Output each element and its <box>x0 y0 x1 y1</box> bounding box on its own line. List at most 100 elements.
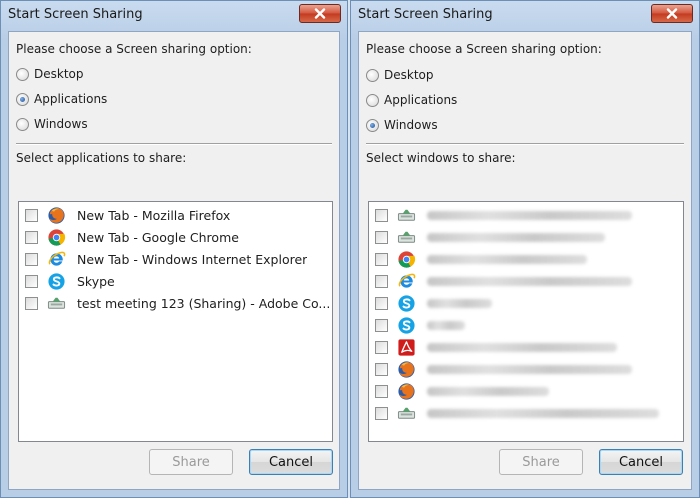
start-screen-sharing-dialog-windows: Start Screen Sharing Please choose a Scr… <box>350 0 700 498</box>
item-label: New Tab - Mozilla Firefox <box>77 207 231 223</box>
sharing-option-prompt: Please choose a Screen sharing option: <box>16 42 252 56</box>
adobe-connect-icon <box>397 407 416 419</box>
radio-desktop[interactable]: Desktop <box>16 65 84 83</box>
list-item[interactable] <box>369 248 683 270</box>
radio-label: Applications <box>34 92 108 106</box>
list-item[interactable] <box>369 358 683 380</box>
divider <box>366 143 684 145</box>
start-screen-sharing-dialog-applications: Start Screen Sharing Please choose a Scr… <box>0 0 348 498</box>
radio-button[interactable] <box>16 67 29 81</box>
firefox-icon <box>48 206 65 224</box>
firefox-icon <box>398 382 415 400</box>
blurred-window-title <box>427 386 549 396</box>
adobe-connect-icon <box>397 231 416 243</box>
radio-windows[interactable]: Windows <box>16 115 88 133</box>
sharing-option-prompt: Please choose a Screen sharing option: <box>366 42 602 56</box>
checkbox[interactable] <box>375 384 388 398</box>
list-item[interactable] <box>369 402 683 424</box>
acrobat-icon <box>398 338 415 356</box>
radio-label: Windows <box>384 118 438 132</box>
checkbox[interactable] <box>375 340 388 354</box>
radio-windows[interactable]: Windows <box>366 116 438 134</box>
share-button[interactable]: Share <box>149 449 233 475</box>
item-label: Skype <box>77 273 115 289</box>
radio-button[interactable] <box>16 117 29 131</box>
checkbox[interactable] <box>375 274 388 288</box>
adobe-connect-icon <box>397 209 416 221</box>
list-item[interactable]: test meeting 123 (Sharing) - Adobe Co... <box>19 292 332 314</box>
item-label: New Tab - Google Chrome <box>77 229 239 245</box>
checkbox[interactable] <box>25 252 38 266</box>
skype-icon <box>48 272 65 290</box>
adobe-connect-icon <box>47 297 66 309</box>
list-item[interactable]: Skype <box>19 270 332 292</box>
close-button[interactable] <box>651 4 693 23</box>
radio-button[interactable] <box>366 118 379 132</box>
dialog-body: Please choose a Screen sharing option: D… <box>8 31 340 490</box>
radio-button[interactable] <box>366 93 379 107</box>
list-item[interactable] <box>369 380 683 402</box>
radio-applications[interactable]: Applications <box>16 90 107 108</box>
checkbox[interactable] <box>375 406 388 420</box>
list-item[interactable]: New Tab - Google Chrome <box>19 226 332 248</box>
title-bar[interactable]: Start Screen Sharing <box>1 1 347 31</box>
radio-button[interactable] <box>366 68 379 82</box>
blurred-window-title <box>427 320 465 330</box>
checkbox[interactable] <box>25 230 38 244</box>
list-item[interactable] <box>369 226 683 248</box>
cancel-button[interactable]: Cancel <box>249 449 333 475</box>
blurred-window-title <box>427 254 587 264</box>
list-item[interactable] <box>369 204 683 226</box>
close-icon <box>666 8 678 19</box>
list-item[interactable]: New Tab - Windows Internet Explorer <box>19 248 332 270</box>
applications-list[interactable]: New Tab - Mozilla Firefox New Tab - Goog… <box>18 201 333 442</box>
list-item[interactable] <box>369 314 683 336</box>
radio-label: Applications <box>384 93 458 107</box>
checkbox[interactable] <box>375 318 388 332</box>
internet-explorer-icon <box>48 251 66 266</box>
select-applications-label: Select applications to share: <box>16 151 187 165</box>
blurred-window-title <box>427 232 605 242</box>
list-item[interactable] <box>369 270 683 292</box>
blurred-window-title <box>427 298 492 308</box>
select-windows-label: Select windows to share: <box>366 151 516 165</box>
radio-label: Windows <box>34 117 88 131</box>
dialog-body: Please choose a Screen sharing option: D… <box>358 31 692 490</box>
checkbox[interactable] <box>375 208 388 222</box>
blurred-window-title <box>427 408 659 418</box>
blurred-window-title <box>427 342 617 352</box>
firefox-icon <box>398 360 415 378</box>
radio-desktop[interactable]: Desktop <box>366 66 434 84</box>
skype-icon <box>398 294 415 312</box>
share-button[interactable]: Share <box>499 449 583 475</box>
checkbox[interactable] <box>375 296 388 310</box>
checkbox[interactable] <box>375 230 388 244</box>
radio-label: Desktop <box>384 68 434 82</box>
checkbox[interactable] <box>25 296 38 310</box>
list-item[interactable] <box>369 292 683 314</box>
item-label: test meeting 123 (Sharing) - Adobe Co... <box>77 295 331 311</box>
windows-list[interactable] <box>368 201 684 442</box>
checkbox[interactable] <box>375 252 388 266</box>
checkbox[interactable] <box>25 208 38 222</box>
divider <box>16 143 332 145</box>
dialog-title: Start Screen Sharing <box>358 7 493 22</box>
item-label: New Tab - Windows Internet Explorer <box>77 251 308 267</box>
radio-label: Desktop <box>34 67 84 81</box>
list-item[interactable] <box>369 336 683 358</box>
checkbox[interactable] <box>25 274 38 288</box>
radio-button[interactable] <box>16 92 29 106</box>
skype-icon <box>398 316 415 334</box>
checkbox[interactable] <box>375 362 388 376</box>
close-button[interactable] <box>299 4 341 23</box>
radio-applications[interactable]: Applications <box>366 91 457 109</box>
title-bar[interactable]: Start Screen Sharing <box>351 1 699 31</box>
blurred-window-title <box>427 364 632 374</box>
blurred-window-title <box>427 210 632 220</box>
dialog-title: Start Screen Sharing <box>8 7 143 22</box>
internet-explorer-icon <box>398 273 416 288</box>
list-item[interactable]: New Tab - Mozilla Firefox <box>19 204 332 226</box>
close-icon <box>314 8 326 19</box>
cancel-button[interactable]: Cancel <box>599 449 683 475</box>
chrome-icon <box>398 250 416 268</box>
